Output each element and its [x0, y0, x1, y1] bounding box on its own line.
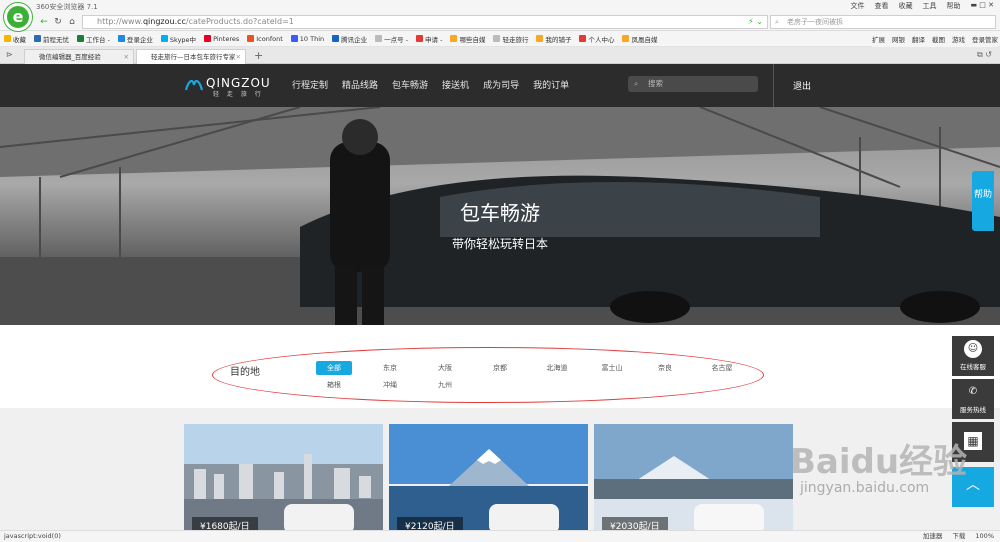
bookmarks-bar: 收藏 前程无忧 工作台 - 登录企业 Skype中 Pinteres Iconf… — [0, 31, 1000, 47]
site-header: QINGZOU 轻 走 旅 行 行程定制 精品线路 包车畅游 接送机 成为司导 … — [0, 64, 1000, 107]
hero-banner: 包车畅游 带你轻松玩转日本 — [0, 107, 1000, 325]
status-url: javascript:void(0) — [4, 532, 61, 540]
status-bar: javascript:void(0) 加速器 下载 100% — [0, 530, 1000, 542]
bookmark-item[interactable]: 凤凰自媒 — [622, 34, 657, 44]
menu-file[interactable]: 文件 — [850, 1, 864, 11]
tab-qingzou[interactable]: 轻走旅行—日本包车旅行专家 ✕ — [136, 49, 246, 64]
baidu-watermark-url: jingyan.baidu.com — [800, 480, 930, 496]
download-button[interactable]: 下载 — [952, 531, 965, 542]
bookmark-item[interactable]: 一点号 - — [375, 34, 408, 44]
site-logo[interactable]: QINGZOU 轻 走 旅 行 — [185, 76, 271, 98]
zoom-level[interactable]: 100% — [975, 531, 994, 542]
new-tab-button[interactable]: + — [254, 49, 263, 62]
accelerator-button[interactable]: 加速器 — [923, 531, 943, 542]
help-tab[interactable]: 帮助 — [972, 171, 994, 231]
search-icon: ⌕ — [775, 18, 779, 26]
games-button[interactable]: 游戏 — [952, 34, 965, 44]
close-icon[interactable]: ✕ — [236, 50, 241, 64]
bookmark-item[interactable]: 我的铺子 — [536, 34, 571, 44]
baidu-watermark: Baidu经验 — [790, 442, 968, 482]
site-logo-subtitle: 轻 走 旅 行 — [213, 91, 264, 98]
nav-charter-tour[interactable]: 包车畅游 — [392, 78, 428, 91]
close-icon[interactable]: ✕ — [124, 50, 129, 64]
url-prefix: http://www. — [97, 17, 143, 26]
headset-icon: ☺ — [964, 340, 982, 358]
browser-search-input[interactable]: ⌕ 老房子一夜间被拆 — [770, 15, 996, 29]
bookmark-item[interactable]: 个人中心 — [579, 34, 614, 44]
logout-link[interactable]: 退出 — [793, 79, 811, 92]
url-host: qingzou.cc — [142, 17, 186, 26]
sidebar-toggle-icon[interactable]: ⊳ — [6, 50, 13, 59]
url-path: /cateProducts.do?cateId=1 — [185, 17, 294, 26]
bookmark-item[interactable]: 前程无忧 — [34, 34, 69, 44]
nav-featured-routes[interactable]: 精品线路 — [342, 78, 378, 91]
extensions-button[interactable]: 扩展 — [872, 34, 885, 44]
bookmark-item[interactable]: Pinteres — [204, 35, 239, 43]
hotline-button[interactable]: ✆ 服务热线 — [952, 379, 994, 419]
online-banking-button[interactable]: 网银 — [892, 34, 905, 44]
back-arrow-icon[interactable]: ← — [38, 16, 50, 28]
browser-app-title: 360安全浏览器 7.1 — [36, 3, 98, 11]
product-card-fuji[interactable]: ¥2120起/日 — [389, 424, 588, 534]
phone-icon: ✆ — [968, 386, 978, 397]
bookmark-item[interactable]: 腾讯企业 — [332, 34, 367, 44]
bookmark-item[interactable]: 10 Thin — [290, 35, 324, 43]
toolbar-right: 扩展 网银 翻译 截图 游戏 登录管家 — [872, 31, 998, 47]
address-bar-row: ← ↻ ⌂ http://www.qingzou.cc/cateProducts… — [0, 14, 1000, 31]
restore-icon[interactable]: ⧉ ↺ — [977, 50, 992, 60]
url-input[interactable]: http://www.qingzou.cc/cateProducts.do?ca… — [82, 15, 768, 29]
product-card-hakone[interactable]: ¥2030起/日 — [594, 424, 793, 534]
window-controls[interactable]: ▬ □ ✕ — [970, 1, 994, 11]
browser-logo-icon[interactable]: e — [4, 3, 32, 31]
status-tools: 加速器 下载 100% — [923, 531, 994, 542]
menu-view[interactable]: 查看 — [874, 1, 888, 11]
tab-bar: ⊳ 微信编辑器_百度经验 ✕ 轻走旅行—日本包车旅行专家 ✕ + ⧉ ↺ — [0, 47, 1000, 64]
banner-subtitle: 带你轻松玩转日本 — [451, 237, 548, 251]
bookmark-item[interactable]: 申请 - — [416, 34, 442, 44]
login-manager-button[interactable]: 登录管家 — [972, 34, 998, 44]
search-icon: ⌕ — [634, 79, 639, 88]
nav-airport-transfer[interactable]: 接送机 — [442, 78, 469, 91]
bookmark-item[interactable]: 哪些自媒 — [450, 34, 485, 44]
header-divider — [773, 64, 774, 107]
wave-logo-icon — [185, 79, 203, 90]
bookmark-item[interactable]: 收藏 — [4, 34, 26, 44]
main-nav: 行程定制 精品线路 包车畅游 接送机 成为司导 我的订单 — [292, 78, 569, 91]
home-icon[interactable]: ⌂ — [66, 16, 78, 28]
lightning-icon[interactable]: ⚡ ⌄ — [748, 16, 763, 28]
product-card-tokyo[interactable]: ¥1680起/日 — [184, 424, 383, 534]
browser-title-bar: 360安全浏览器 7.1 文件 查看 收藏 工具 帮助 ▬ □ ✕ — [0, 0, 1000, 14]
translate-button[interactable]: 翻译 — [912, 34, 925, 44]
bookmark-item[interactable]: 轻走旅行 — [493, 34, 528, 44]
screenshot-button[interactable]: 截图 — [932, 34, 945, 44]
nav-my-orders[interactable]: 我的订单 — [533, 78, 569, 91]
site-search-input[interactable]: ⌕ 搜索 — [628, 76, 758, 92]
search-query: 老房子一夜间被拆 — [787, 18, 843, 26]
browser-menu: 文件 查看 收藏 工具 帮助 ▬ □ ✕ — [850, 1, 994, 11]
banner-title: 包车畅游 — [460, 201, 540, 225]
bookmark-item[interactable]: Iconfont — [247, 35, 283, 43]
refresh-icon[interactable]: ↻ — [52, 16, 64, 28]
menu-tools[interactable]: 工具 — [922, 1, 936, 11]
bookmark-item[interactable]: 工作台 - — [77, 34, 110, 44]
nav-become-guide[interactable]: 成为司导 — [483, 78, 519, 91]
nav-custom-trip[interactable]: 行程定制 — [292, 78, 328, 91]
annotation-ellipse — [212, 347, 764, 403]
menu-favorites[interactable]: 收藏 — [898, 1, 912, 11]
menu-help[interactable]: 帮助 — [946, 1, 960, 11]
tab-baidu-experience[interactable]: 微信编辑器_百度经验 ✕ — [24, 49, 134, 64]
bookmark-item[interactable]: 登录企业 — [117, 34, 153, 44]
bookmark-item[interactable]: Skype中 — [160, 34, 196, 44]
online-service-button[interactable]: ☺ 在线客服 — [952, 336, 994, 376]
